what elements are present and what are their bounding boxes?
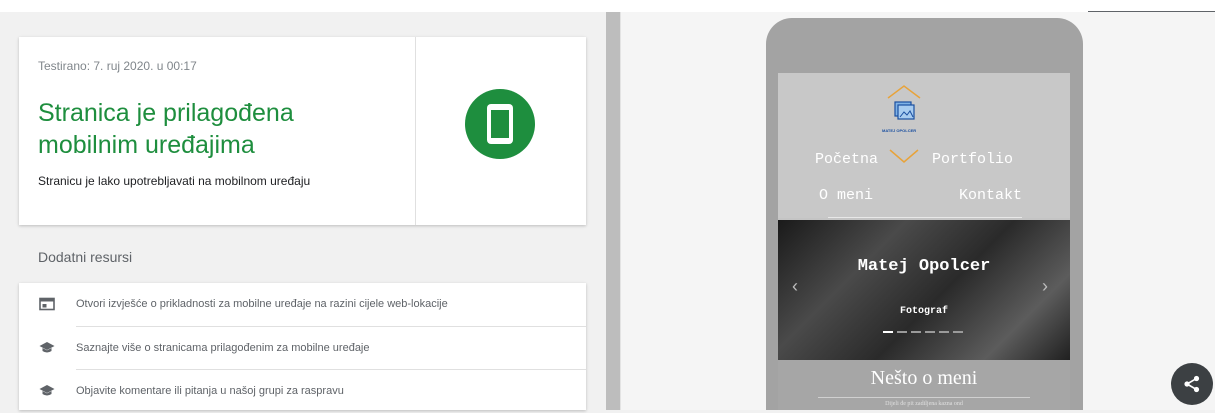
top-bar bbox=[0, 0, 1215, 12]
resource-item-discussion-group[interactable]: Objavite komentare ili pitanja u našoj g… bbox=[19, 370, 586, 413]
hero-carousel[interactable]: Matej Opolcer ‹ › Fotograf bbox=[778, 220, 1070, 360]
carousel-dot[interactable] bbox=[883, 331, 893, 333]
share-icon bbox=[1184, 375, 1200, 393]
hero-name: Matej Opolcer bbox=[857, 257, 991, 276]
site-nav-portfolio[interactable]: Portfolio bbox=[932, 151, 1013, 168]
carousel-next-icon[interactable]: › bbox=[1042, 276, 1048, 297]
about-rule bbox=[818, 397, 1030, 398]
carousel-dot[interactable] bbox=[925, 331, 935, 333]
about-title: Nešto o meni bbox=[870, 367, 978, 389]
carousel-dot[interactable] bbox=[953, 331, 963, 333]
tested-timestamp: Testirano: 7. ruj 2020. u 00:17 bbox=[38, 59, 197, 73]
about-section: Nešto o meni Dijeli đe pit zadiljena kaz… bbox=[778, 360, 1070, 410]
site-header: MATEJ OPOLCER Početna Portfolio O meni K… bbox=[778, 73, 1070, 218]
carousel-indicators bbox=[883, 331, 969, 334]
resource-item-label: Otvori izvješće o prikladnosti za mobiln… bbox=[76, 298, 448, 310]
resource-item-label: Objavite komentare ili pitanja u našoj g… bbox=[76, 385, 344, 397]
site-logo bbox=[887, 85, 921, 163]
school-icon bbox=[39, 385, 55, 396]
smartphone-icon bbox=[487, 104, 513, 144]
resources-heading: Dodatni resursi bbox=[38, 249, 133, 265]
carousel-dot[interactable] bbox=[897, 331, 907, 333]
about-snippet: Dijeli đe pit zadiljena kazna ond bbox=[885, 401, 963, 407]
share-button[interactable] bbox=[1171, 363, 1213, 405]
site-nav-underline bbox=[828, 217, 1022, 218]
pane-resize-handle[interactable] bbox=[606, 12, 620, 410]
card-divider bbox=[415, 37, 416, 225]
school-icon bbox=[39, 342, 55, 353]
result-title: Stranica je prilagođena mobilnim uređaji… bbox=[38, 99, 294, 159]
carousel-dot[interactable] bbox=[939, 331, 949, 333]
carousel-prev-icon[interactable]: ‹ bbox=[792, 276, 798, 297]
resource-item-site-report[interactable]: Otvori izvješće o prikladnosti za mobiln… bbox=[19, 283, 586, 326]
mobile-friendly-badge bbox=[465, 89, 535, 159]
result-subtitle: Stranicu je lako upotrebljavati na mobil… bbox=[38, 174, 311, 188]
resources-list: Otvori izvješće o prikladnosti za mobiln… bbox=[19, 283, 586, 410]
phone-screen[interactable]: MATEJ OPOLCER Početna Portfolio O meni K… bbox=[778, 73, 1070, 410]
resource-item-label: Saznajte više o stranicama prilagođenim … bbox=[76, 342, 370, 354]
site-logo-text: MATEJ OPOLCER bbox=[882, 128, 917, 133]
site-nav-home[interactable]: Početna bbox=[815, 151, 878, 168]
report-icon bbox=[39, 297, 55, 311]
hero-role: Fotograf bbox=[899, 306, 948, 317]
site-nav-about[interactable]: O meni bbox=[819, 187, 873, 204]
resource-item-learn-more[interactable]: Saznajte više o stranicama prilagođenim … bbox=[19, 327, 586, 370]
result-card: Testirano: 7. ruj 2020. u 00:17 Stranica… bbox=[19, 37, 586, 225]
carousel-dot[interactable] bbox=[911, 331, 921, 333]
phone-preview: MATEJ OPOLCER Početna Portfolio O meni K… bbox=[766, 18, 1083, 410]
site-nav-contact[interactable]: Kontakt bbox=[959, 187, 1022, 204]
